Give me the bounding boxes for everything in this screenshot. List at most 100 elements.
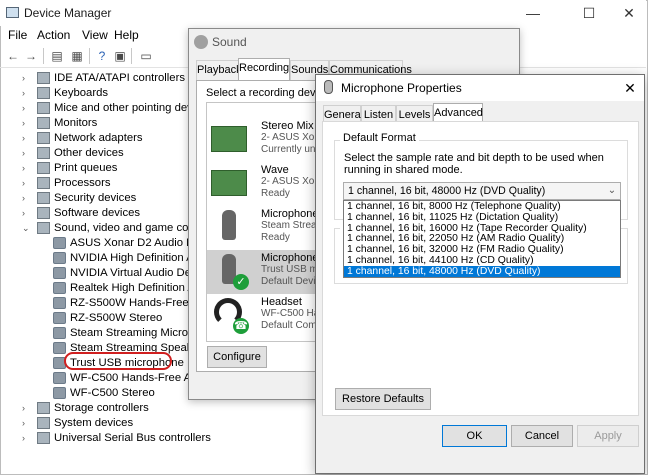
device-name: Stereo Mix (261, 120, 314, 132)
monitor-icon[interactable]: ▭ (137, 48, 155, 64)
minimize-button[interactable]: — (510, 0, 556, 26)
tree-device[interactable]: WF-C500 Hands-Free AG Audio (0, 371, 231, 386)
tree-item-label: Universal Serial Bus controllers (54, 432, 211, 444)
tree-device[interactable]: WF-C500 Stereo (0, 386, 190, 401)
tree-category[interactable]: › Print queues (0, 161, 190, 176)
close-button[interactable]: ✕ (606, 0, 648, 26)
chevron-right-icon[interactable]: › (22, 86, 30, 101)
chevron-right-icon[interactable]: › (22, 191, 30, 206)
tree-category[interactable]: › Software devices (0, 206, 190, 221)
forward-icon[interactable]: → (22, 48, 40, 64)
device-status: Ready (261, 188, 290, 199)
tree-category[interactable]: › Keyboards (0, 86, 190, 101)
audio-device-icon (53, 312, 66, 324)
chevron-right-icon[interactable]: › (22, 161, 30, 176)
format-option[interactable]: 1 channel, 16 bit, 48000 Hz (DVD Quality… (344, 265, 620, 277)
chevron-right-icon[interactable]: › (22, 416, 30, 431)
device-status: Default Devi (261, 276, 316, 287)
default-format-select[interactable]: 1 channel, 16 bit, 48000 Hz (DVD Quality… (343, 182, 621, 200)
device-description: Trust USB mi (261, 264, 321, 275)
menu-action[interactable]: Action (37, 28, 70, 42)
chevron-right-icon[interactable]: › (22, 146, 30, 161)
tree-category[interactable]: › Network adapters (0, 131, 190, 146)
tree-category[interactable]: ⌄ Sound, video and game controllers (0, 221, 229, 236)
device-category-icon (37, 417, 50, 429)
tree-item-label: Storage controllers (54, 402, 149, 414)
window-title: Device Manager (24, 6, 112, 20)
tree-item-label: Monitors (54, 117, 98, 129)
chevron-right-icon[interactable]: › (22, 71, 30, 86)
chevron-right-icon[interactable]: › (22, 116, 30, 131)
apply-button[interactable]: Apply (577, 425, 639, 447)
audio-device-icon (53, 342, 66, 354)
tree-category[interactable]: › Monitors (0, 116, 190, 131)
tree-item-label: IDE ATA/ATAPI controllers (54, 72, 185, 84)
device-category-icon (37, 72, 50, 84)
properties-icon[interactable]: ▤ (48, 48, 66, 64)
chevron-right-icon[interactable]: › (22, 131, 30, 146)
chevron-right-icon[interactable]: › (22, 176, 30, 191)
format-option[interactable]: 1 channel, 16 bit, 16000 Hz (Tape Record… (344, 223, 620, 234)
tree-category[interactable]: › Other devices (0, 146, 190, 161)
tree-device[interactable]: Realtek High Definition Audio (0, 281, 216, 296)
tab-recording[interactable]: Recording (238, 58, 290, 80)
chevron-right-icon[interactable]: › (22, 206, 30, 221)
tab-playback[interactable]: Playback (196, 60, 242, 80)
tree-device[interactable]: NVIDIA High Definition Audio (0, 251, 215, 266)
microphone-icon (222, 210, 236, 240)
device-category-icon (37, 87, 50, 99)
device-status: Currently una (261, 144, 322, 155)
chevron-right-icon[interactable]: › (22, 431, 30, 446)
chevron-down-icon[interactable]: ⌄ (22, 221, 30, 236)
chevron-right-icon[interactable]: › (22, 101, 30, 116)
chevron-down-icon[interactable]: ⌄ (605, 183, 619, 199)
tree-device[interactable]: Steam Streaming Microphone (0, 326, 219, 341)
menu-help[interactable]: Help (114, 28, 139, 42)
tree-device[interactable]: RZ-S500W Hands-Free AG Audio (0, 296, 239, 311)
format-option[interactable]: 1 channel, 16 bit, 44100 Hz (CD Quality) (344, 255, 620, 266)
microphone-properties-title: Microphone Properties (341, 81, 462, 95)
ok-button[interactable]: OK (442, 425, 507, 447)
device-category-icon (37, 102, 50, 114)
format-option[interactable]: 1 channel, 16 bit, 8000 Hz (Telephone Qu… (344, 201, 620, 212)
microphone-icon (324, 80, 333, 94)
tree-item-label: Network adapters (54, 132, 143, 144)
tree-item-label: Other devices (54, 147, 124, 159)
tree-device[interactable]: RZ-S500W Stereo (0, 311, 190, 326)
device-category-icon (37, 222, 50, 234)
update-driver-icon[interactable]: ▣ (111, 48, 129, 64)
tree-device[interactable]: NVIDIA Virtual Audio Device (Wave Extens… (0, 266, 344, 281)
cancel-button[interactable]: Cancel (511, 425, 573, 447)
tree-item-label: RZ-S500W Stereo (70, 312, 163, 324)
device-manager-app-icon (6, 7, 19, 18)
sound-dialog-title: Sound (212, 35, 247, 49)
tree-item-label: Print queues (54, 162, 118, 174)
format-option[interactable]: 1 channel, 16 bit, 11025 Hz (Dictation Q… (344, 212, 620, 223)
tree-category[interactable]: › Processors (0, 176, 190, 191)
tree-category[interactable]: › Security devices (0, 191, 190, 206)
chevron-right-icon[interactable]: › (22, 401, 30, 416)
toolbar-separator (43, 48, 44, 64)
tree-category[interactable]: › Universal Serial Bus controllers (0, 431, 211, 446)
tree-category[interactable]: › Mice and other pointing devices (0, 101, 213, 116)
configure-button[interactable]: Configure (207, 346, 267, 368)
tree-item-label: Keyboards (54, 87, 109, 99)
restore-defaults-button[interactable]: Restore Defaults (335, 388, 431, 410)
scan-icon[interactable]: ▦ (68, 48, 86, 64)
help-icon[interactable]: ? (93, 48, 111, 64)
menu-view[interactable]: View (82, 28, 108, 42)
tree-category[interactable]: › IDE ATA/ATAPI controllers (0, 71, 190, 86)
format-option[interactable]: 1 channel, 16 bit, 32000 Hz (FM Radio Qu… (344, 244, 620, 255)
tree-device[interactable]: ASUS Xonar D2 Audio Device (0, 236, 221, 251)
menu-file[interactable]: File (8, 28, 27, 42)
tree-category[interactable]: › System devices (0, 416, 190, 431)
tree-category[interactable]: › Storage controllers (0, 401, 190, 416)
audio-device-icon (53, 267, 66, 279)
format-option[interactable]: 1 channel, 16 bit, 22050 Hz (AM Radio Qu… (344, 233, 620, 244)
audio-device-icon (53, 282, 66, 294)
back-icon[interactable]: ← (4, 48, 22, 64)
device-category-icon (37, 132, 50, 144)
device-category-icon (37, 402, 50, 414)
close-icon[interactable]: ✕ (622, 80, 638, 96)
device-status: Ready (261, 232, 290, 243)
